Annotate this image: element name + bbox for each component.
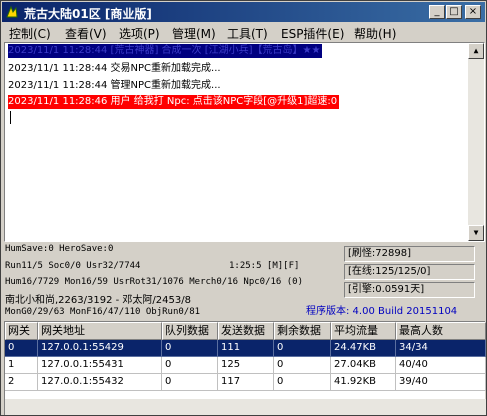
table-cell: 0 <box>162 357 218 374</box>
table-cell: 27.04KB <box>331 357 396 374</box>
menu-tools[interactable]: 工具(T) <box>227 25 268 42</box>
online-count: [在线:125/125/0] <box>344 264 475 280</box>
table-cell: 125 <box>218 357 274 374</box>
menu-bar: 控制(C) 查看(V) 选项(P) 管理(M) 工具(T) ESP插件(E) 帮… <box>2 23 485 41</box>
column-header[interactable]: 最高人数 <box>396 322 486 340</box>
status-hum: Hum16/7729 Mon16/59 UsrRot31/1076 Merch0… <box>5 277 304 287</box>
table-cell: 117 <box>218 374 274 391</box>
title-bar[interactable]: 荒古大陆01区 [商业版] _ □ × <box>2 2 485 22</box>
status-save: HumSave:0 HeroSave:0 <box>5 244 114 254</box>
menu-view[interactable]: 查看(V) <box>65 25 107 42</box>
column-header[interactable]: 网关地址 <box>38 322 162 340</box>
engine-uptime: [引擎:0.0591天] <box>344 282 475 298</box>
table-cell: 127.0.0.1:55432 <box>38 374 162 391</box>
scroll-down-icon[interactable]: ▼ <box>468 225 484 241</box>
menu-manage[interactable]: 管理(M) <box>172 25 216 42</box>
column-header[interactable]: 发送数据 <box>218 322 274 340</box>
maximize-button[interactable]: □ <box>446 5 462 19</box>
status-panel: HumSave:0 HeroSave:0 Run11/5 Soc0/0 Usr3… <box>1 243 487 321</box>
scroll-up-icon[interactable]: ▲ <box>468 43 484 59</box>
log-scrollbar[interactable]: ▲ ▼ <box>468 43 484 241</box>
table-cell: 0 <box>274 374 331 391</box>
close-button[interactable]: × <box>465 5 481 19</box>
status-run: Run11/5 Soc0/0 Usr32/7744 <box>5 261 141 271</box>
table-cell: 127.0.0.1:55429 <box>38 340 162 357</box>
gateway-table[interactable]: 网关 网关地址 队列数据 发送数据 剩余数据 平均流量 最高人数 0 127.0… <box>4 321 486 415</box>
table-row[interactable]: 0 127.0.0.1:55429 0 111 0 24.47KB 34/34 <box>5 340 486 357</box>
window-title: 荒古大陆01区 [商业版] <box>24 7 152 21</box>
text-caret <box>10 111 11 124</box>
menu-help[interactable]: 帮助(H) <box>354 25 396 42</box>
table-cell: 34/34 <box>396 340 486 357</box>
table-cell: 41.92KB <box>331 374 396 391</box>
table-cell: 111 <box>218 340 274 357</box>
table-cell: 39/40 <box>396 374 486 391</box>
minimize-button[interactable]: _ <box>429 5 445 19</box>
log-line-error: 2023/11/1 11:28:46 用户 给我打 Npc: 点击该NPC字段[… <box>8 95 340 109</box>
minimize-icon: _ <box>434 6 440 17</box>
status-mon: MonG0/29/63 MonF16/47/110 ObjRun0/81 <box>5 307 201 317</box>
table-cell: 1 <box>5 357 38 374</box>
app-window: 荒古大陆01区 [商业版] _ □ × 控制(C) 查看(V) 选项(P) 管理… <box>0 0 487 416</box>
program-version: 程序版本: 4.00 Build 20151104 <box>306 306 458 317</box>
refresh-count: [刷怪:72898] <box>344 246 475 262</box>
table-cell: 127.0.0.1:55431 <box>38 357 162 374</box>
column-header[interactable]: 平均流量 <box>331 322 396 340</box>
log-line: 2023/11/1 11:28:44 管理NPC重新加载完成... <box>8 80 221 91</box>
table-cell: 24.47KB <box>331 340 396 357</box>
table-cell: 40/40 <box>396 357 486 374</box>
column-header[interactable]: 网关 <box>5 322 38 340</box>
table-row[interactable]: 2 127.0.0.1:55432 0 117 0 41.92KB 39/40 <box>5 374 486 391</box>
log-panel[interactable]: 2023/11/1 11:28:44 [荒古神器] 合成一次 [江湖小兵]【荒古… <box>4 42 485 242</box>
menu-esp-plugin[interactable]: ESP插件(E) <box>281 25 344 42</box>
log-line: 2023/11/1 11:28:44 交易NPC重新加载完成... <box>8 63 221 74</box>
table-row[interactable]: 1 127.0.0.1:55431 0 125 0 27.04KB 40/40 <box>5 357 486 374</box>
table-cell: 0 <box>162 374 218 391</box>
column-header[interactable]: 队列数据 <box>162 322 218 340</box>
app-icon <box>6 5 18 18</box>
table-scrollbar[interactable] <box>5 399 486 415</box>
status-time: 1:25:5 [M][F] <box>229 261 300 271</box>
close-icon: × <box>468 6 478 17</box>
table-cell: 0 <box>274 340 331 357</box>
table-cell: 0 <box>274 357 331 374</box>
menu-control[interactable]: 控制(C) <box>9 25 51 42</box>
log-line: 2023/11/1 11:28:44 [荒古神器] 合成一次 [江湖小兵]【荒古… <box>8 44 323 58</box>
table-cell: 2 <box>5 374 38 391</box>
menu-options[interactable]: 选项(P) <box>119 25 160 42</box>
table-cell: 0 <box>162 340 218 357</box>
table-cell: 0 <box>5 340 38 357</box>
maximize-icon: □ <box>449 6 459 17</box>
status-player: 南北小和尚,2263/3192 - 邓太阿/2453/8 <box>5 295 191 306</box>
column-header[interactable]: 剩余数据 <box>274 322 331 340</box>
